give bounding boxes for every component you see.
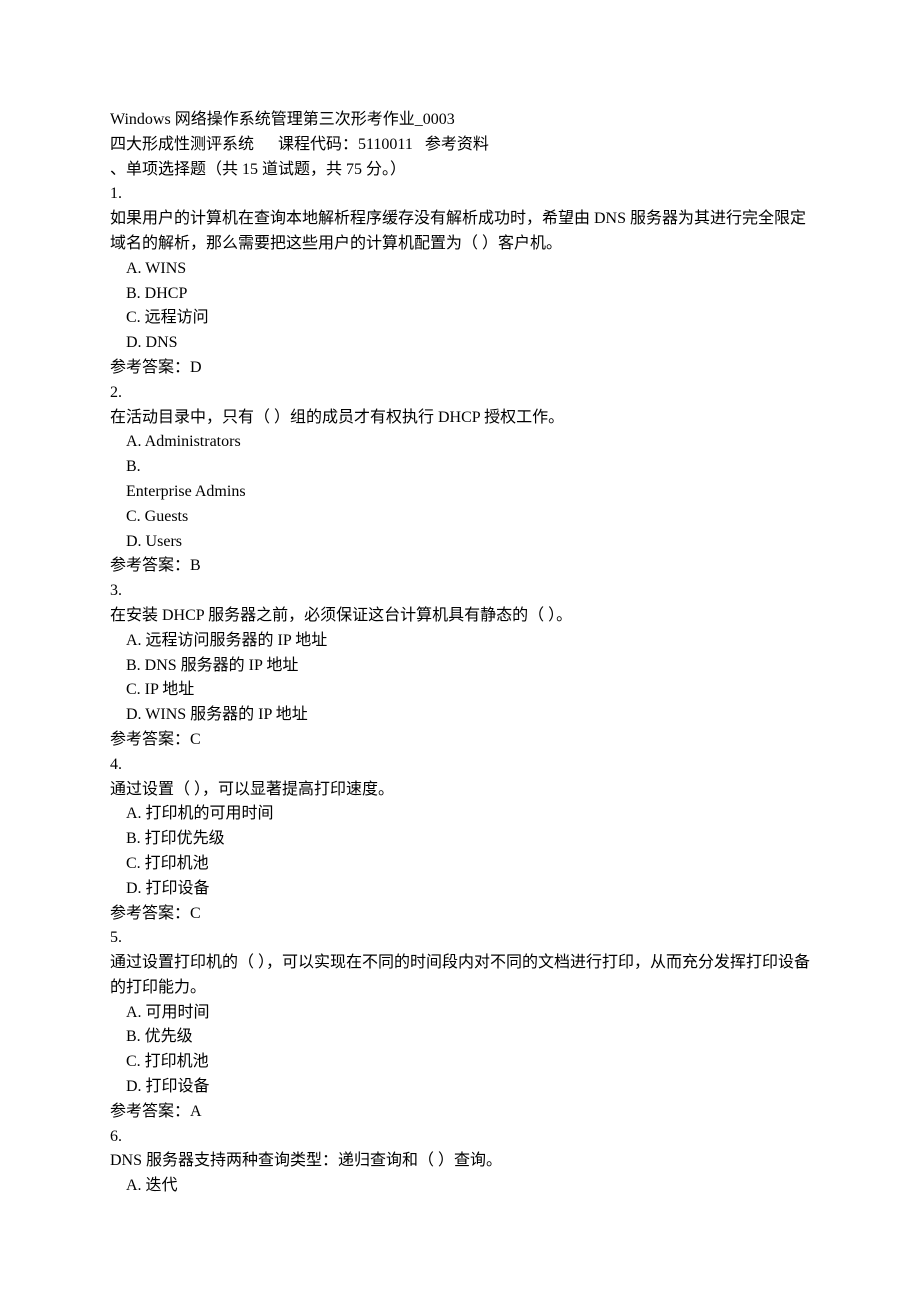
- answer-text: 参考答案：D: [110, 356, 810, 381]
- option-c: C. 打印机池: [110, 1050, 810, 1075]
- option-b: B. DNS 服务器的 IP 地址: [110, 654, 810, 679]
- question-text: 通过设置打印机的（ ），可以实现在不同的时间段内对不同的文档进行打印，从而充分发…: [110, 951, 810, 1001]
- question-block: 4. 通过设置（ ），可以显著提高打印速度。 A. 打印机的可用时间 B. 打印…: [110, 753, 810, 927]
- question-text: DNS 服务器支持两种查询类型：递归查询和（ ）查询。: [110, 1149, 810, 1174]
- option-d: D. DNS: [110, 331, 810, 356]
- question-text: 如果用户的计算机在查询本地解析程序缓存没有解析成功时，希望由 DNS 服务器为其…: [110, 207, 810, 257]
- option-b: B. 优先级: [110, 1025, 810, 1050]
- option-a: A. 可用时间: [110, 1001, 810, 1026]
- option-b-cont: Enterprise Admins: [110, 480, 810, 505]
- option-d: D. Users: [110, 530, 810, 555]
- option-a: A. 远程访问服务器的 IP 地址: [110, 629, 810, 654]
- option-a: A. 迭代: [110, 1174, 810, 1199]
- answer-text: 参考答案：C: [110, 902, 810, 927]
- question-block: 6. DNS 服务器支持两种查询类型：递归查询和（ ）查询。 A. 迭代: [110, 1125, 810, 1199]
- question-number: 3.: [110, 579, 810, 604]
- option-b: B. DHCP: [110, 282, 810, 307]
- option-c: C. 打印机池: [110, 852, 810, 877]
- question-text: 在活动目录中，只有（ ）组的成员才有权执行 DHCP 授权工作。: [110, 406, 810, 431]
- option-b: B. 打印优先级: [110, 827, 810, 852]
- answer-text: 参考答案：B: [110, 554, 810, 579]
- option-c: C. IP 地址: [110, 678, 810, 703]
- question-text: 通过设置（ ），可以显著提高打印速度。: [110, 778, 810, 803]
- question-block: 5. 通过设置打印机的（ ），可以实现在不同的时间段内对不同的文档进行打印，从而…: [110, 926, 810, 1124]
- option-a: A. 打印机的可用时间: [110, 802, 810, 827]
- doc-title: Windows 网络操作系统管理第三次形考作业_0003: [110, 108, 810, 133]
- question-text: 在安装 DHCP 服务器之前，必须保证这台计算机具有静态的（ ）。: [110, 604, 810, 629]
- question-number: 4.: [110, 753, 810, 778]
- question-block: 1. 如果用户的计算机在查询本地解析程序缓存没有解析成功时，希望由 DNS 服务…: [110, 182, 810, 380]
- answer-text: 参考答案：A: [110, 1100, 810, 1125]
- question-block: 3. 在安装 DHCP 服务器之前，必须保证这台计算机具有静态的（ ）。 A. …: [110, 579, 810, 753]
- option-c: C. Guests: [110, 505, 810, 530]
- option-c: C. 远程访问: [110, 306, 810, 331]
- option-b: B.: [110, 455, 810, 480]
- option-d: D. 打印设备: [110, 877, 810, 902]
- doc-system-line: 四大形成性测评系统 课程代码：5110011 参考资料: [110, 133, 810, 158]
- question-number: 6.: [110, 1125, 810, 1150]
- option-d: D. WINS 服务器的 IP 地址: [110, 703, 810, 728]
- option-a: A. WINS: [110, 257, 810, 282]
- question-block: 2. 在活动目录中，只有（ ）组的成员才有权执行 DHCP 授权工作。 A. A…: [110, 381, 810, 579]
- section-title: 、单项选择题（共 15 道试题，共 75 分。）: [110, 158, 810, 183]
- option-d: D. 打印设备: [110, 1075, 810, 1100]
- answer-text: 参考答案：C: [110, 728, 810, 753]
- question-number: 5.: [110, 926, 810, 951]
- question-number: 2.: [110, 381, 810, 406]
- question-number: 1.: [110, 182, 810, 207]
- option-a: A. Administrators: [110, 430, 810, 455]
- document-page: Windows 网络操作系统管理第三次形考作业_0003 四大形成性测评系统 课…: [0, 0, 920, 1302]
